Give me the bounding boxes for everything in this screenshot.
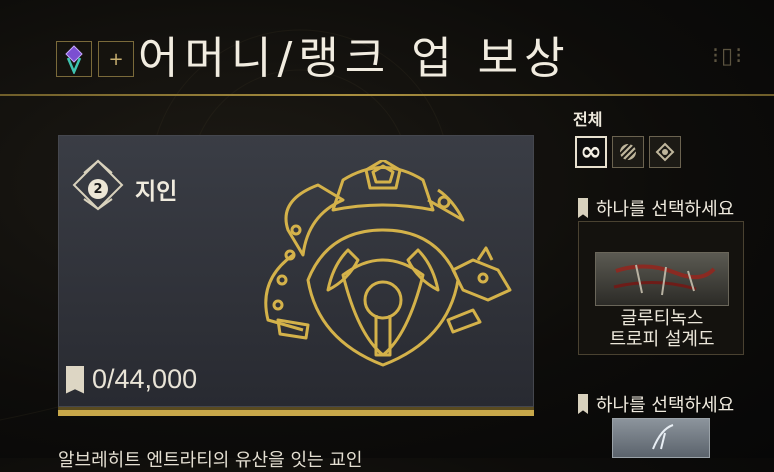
filter-label: 전체 bbox=[573, 110, 603, 129]
standing-value: 0/44,000 bbox=[92, 364, 198, 394]
page-title: 어머니/랭크 업 보상 bbox=[138, 33, 571, 84]
filter-mod-icon[interactable] bbox=[649, 136, 681, 168]
reward-card[interactable]: 글루티녹스 트로피 설계도 bbox=[578, 221, 744, 355]
tag-icon bbox=[578, 394, 588, 414]
rank-number: 2 bbox=[88, 179, 108, 199]
add-icon[interactable]: + bbox=[98, 41, 134, 77]
choose-one-header-2: 하나를 선택하세요 bbox=[578, 391, 734, 417]
description: 알브레히트 엔트라티의 유산을 잇는 교인 bbox=[58, 450, 363, 471]
dots-decoration: ⁝▯⁝ bbox=[712, 44, 745, 69]
page-header: + 어머니/랭크 업 보상 bbox=[56, 34, 571, 84]
filter-buttons: ∞ bbox=[575, 136, 681, 168]
syndicate-icon[interactable] bbox=[56, 41, 92, 77]
standing-icon bbox=[66, 365, 84, 394]
choose-one-label-2: 하나를 선택하세요 bbox=[596, 395, 735, 416]
syndicate-emblem-icon bbox=[264, 160, 512, 367]
choose-one-header: 하나를 선택하세요 bbox=[578, 195, 734, 221]
standing-progress: 0/44,000 bbox=[66, 364, 197, 395]
reward-name: 글루티녹스 트로피 설계도 bbox=[609, 308, 715, 350]
reward-card-2[interactable] bbox=[612, 418, 710, 458]
tag-icon bbox=[578, 198, 588, 218]
progress-bar bbox=[58, 407, 534, 416]
rank-name: 지인 bbox=[135, 179, 178, 205]
filter-stripes-icon[interactable] bbox=[612, 136, 644, 168]
filter-infinity-icon[interactable]: ∞ bbox=[575, 136, 607, 168]
choose-one-label: 하나를 선택하세요 bbox=[596, 199, 735, 220]
header-divider bbox=[0, 94, 774, 96]
trophy-blueprint-image bbox=[595, 252, 729, 306]
